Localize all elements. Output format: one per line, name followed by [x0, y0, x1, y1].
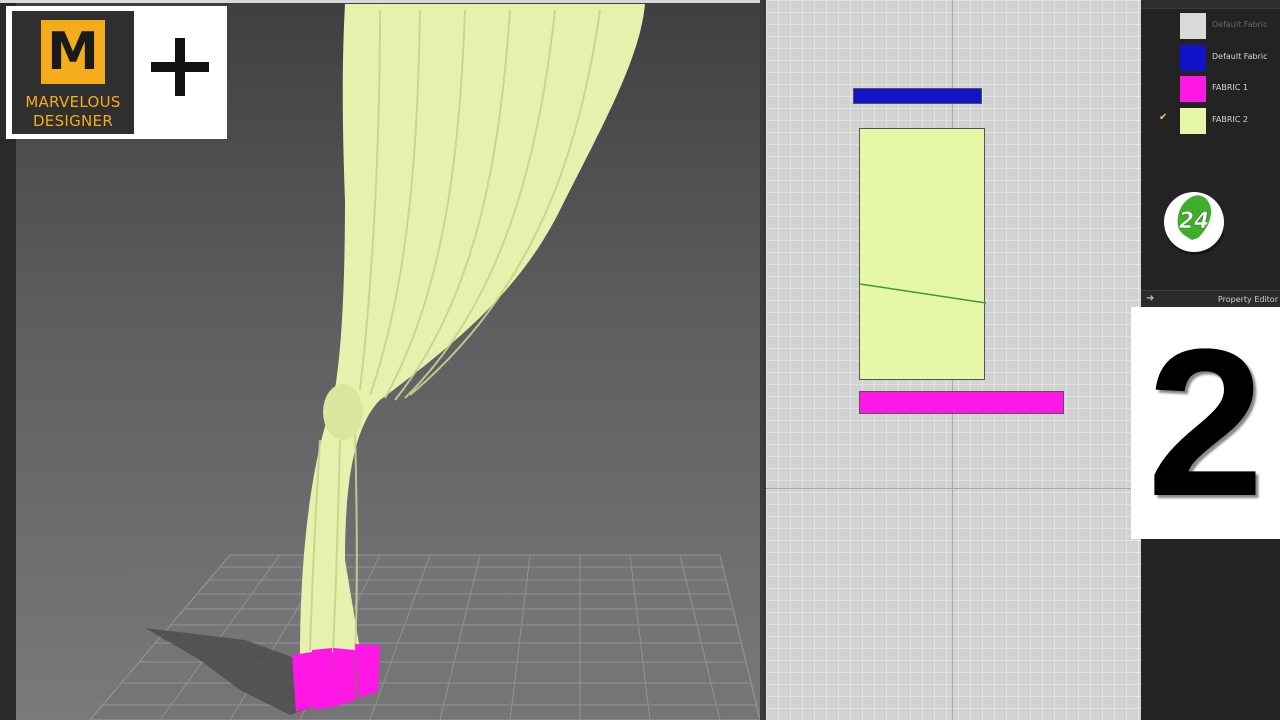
logo-dark-panel: M MARVELOUS DESIGNER — [12, 11, 134, 134]
panel-top-strip — [1141, 0, 1280, 9]
fabric-name: Default Fabric — [1212, 20, 1268, 29]
property-editor-label: Property Editor — [1217, 295, 1278, 304]
fabric-swatch[interactable] — [1180, 76, 1206, 102]
arrow-right-icon[interactable]: ➜ — [1146, 293, 1154, 304]
fabric-name: Default Fabric — [1212, 51, 1268, 61]
badge-24-text: 24 — [1179, 209, 1210, 234]
fabric-swatch[interactable] — [1180, 107, 1206, 134]
curtain-tie — [323, 384, 363, 440]
marvelous-designer-logo: M MARVELOUS DESIGNER — [6, 6, 227, 139]
viewport-2d-pattern[interactable] — [766, 0, 1141, 720]
logo-m-mark: M — [41, 20, 105, 84]
episode-number-card: 2 — [1131, 307, 1280, 539]
pattern-piece-top-band[interactable] — [853, 88, 982, 104]
plus-icon — [151, 38, 209, 96]
pattern-axis-horizontal — [766, 488, 1141, 489]
fabric-swatch[interactable] — [1180, 13, 1206, 39]
pattern-piece-hem-band[interactable] — [859, 391, 1064, 414]
checkmark-icon: ✔ — [1159, 111, 1168, 123]
fabric-item[interactable]: Default Fabric — [1141, 43, 1280, 73]
fabric-item[interactable]: Default Fabric — [1141, 11, 1280, 41]
badge-24-logo: 24 — [1164, 192, 1224, 255]
pattern-piece-curtain[interactable] — [859, 128, 986, 381]
logo-letter: M — [47, 22, 99, 82]
logo-line-1: MARVELOUS — [25, 93, 121, 111]
fabric-name: FABRIC 2 — [1212, 114, 1248, 124]
logo-line-2: DESIGNER — [32, 112, 114, 130]
internal-line[interactable] — [860, 129, 986, 381]
fabric-item[interactable]: ✔ FABRIC 2 — [1141, 106, 1280, 136]
fabric-swatch[interactable] — [1180, 44, 1206, 71]
fabric-item[interactable]: FABRIC 1 — [1141, 74, 1280, 104]
episode-number: 2 — [1147, 305, 1264, 540]
fabric-name: FABRIC 1 — [1212, 83, 1248, 92]
